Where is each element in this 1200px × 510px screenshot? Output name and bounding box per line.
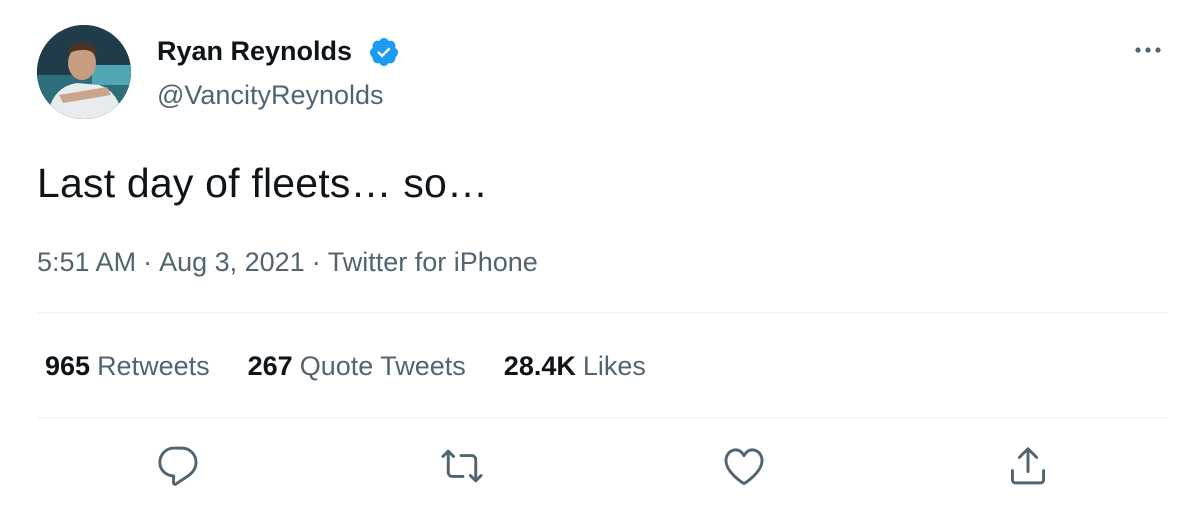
retweets-label: Retweets [97, 351, 210, 381]
profile-photo-icon [37, 25, 131, 119]
likes-count: 28.4K [503, 351, 576, 381]
divider [37, 417, 1168, 418]
tweet-source[interactable]: Twitter for iPhone [328, 247, 538, 277]
tweet-date[interactable]: Aug 3, 2021 [159, 247, 305, 277]
handle[interactable]: @VancityReynolds [157, 80, 384, 111]
reply-button[interactable] [156, 444, 200, 488]
tweet-text: Last day of fleets… so… [37, 160, 489, 206]
avatar[interactable] [37, 25, 131, 119]
meta-separator: · [311, 247, 321, 277]
quote-tweets-count: 267 [247, 351, 293, 381]
like-button[interactable] [722, 444, 766, 488]
tweet-card: Ryan Reynolds @VancityReynolds Last day … [0, 0, 1200, 510]
verified-badge-icon [369, 38, 398, 66]
more-options-icon[interactable] [1128, 36, 1168, 64]
tweet-meta: 5:51 AM · Aug 3, 2021 · Twitter for iPhone [37, 247, 538, 278]
retweets-stat[interactable]: 965 Retweets [45, 351, 210, 382]
tweet-time[interactable]: 5:51 AM [37, 247, 136, 277]
divider [37, 312, 1168, 313]
quote-tweets-label: Quote Tweets [299, 351, 466, 381]
share-button[interactable] [1006, 444, 1050, 488]
likes-label: Likes [582, 351, 646, 381]
likes-stat[interactable]: 28.4K Likes [504, 351, 646, 382]
retweet-icon [441, 449, 483, 483]
retweet-button[interactable] [440, 444, 484, 488]
meta-separator: · [143, 247, 153, 277]
like-icon [724, 448, 764, 486]
quote-tweets-stat[interactable]: 267 Quote Tweets [248, 351, 466, 382]
display-name[interactable]: Ryan Reynolds [157, 36, 352, 67]
share-icon [1010, 447, 1046, 485]
tweet-stats: 965 Retweets 267 Quote Tweets 28.4K Likes [45, 351, 684, 382]
retweets-count: 965 [45, 351, 91, 381]
reply-icon [158, 446, 198, 486]
